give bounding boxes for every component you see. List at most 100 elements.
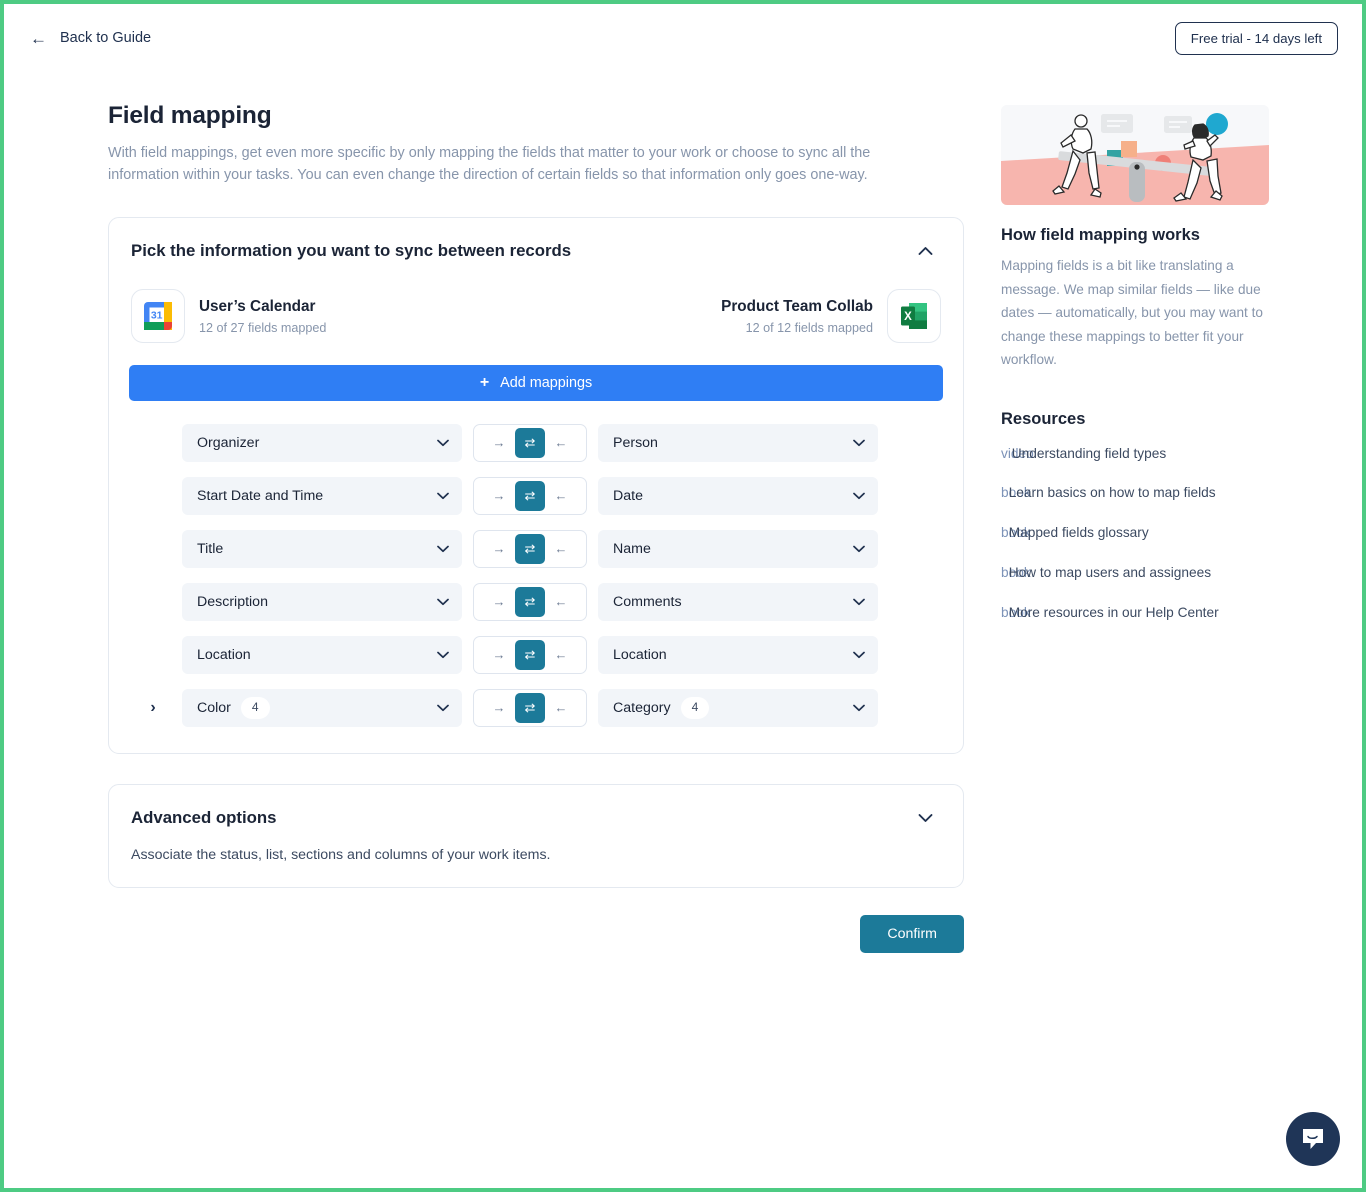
chevron-down-icon [437,649,449,661]
target-field-select[interactable]: Location [598,635,878,674]
direction-left-option[interactable]: ← [545,693,577,723]
confirm-button[interactable]: Confirm [860,914,964,953]
advanced-options-title: Advanced options [131,808,277,828]
field-count-badge: 4 [240,696,270,719]
direction-two-way-option[interactable]: ⇄ [515,427,545,458]
target-field-label: Location [613,646,667,663]
direction-two-way-option[interactable]: ⇄ [515,480,545,511]
back-to-guide-link[interactable]: ← Back to Guide [30,30,151,47]
sync-direction-toggle[interactable]: → ⇄ ← [473,582,587,621]
sync-direction-toggle[interactable]: → ⇄ ← [473,635,587,674]
mapping-row: Organizer → ⇄ ← Person [129,423,943,462]
mapping-row: Description → ⇄ ← Comments [129,582,943,621]
free-trial-badge[interactable]: Free trial - 14 days left [1174,21,1338,55]
expand-row-icon[interactable]: › [143,699,163,716]
target-field-select[interactable]: Category 4 [598,688,878,727]
plus-icon: + [479,373,490,391]
target-field-label: Person [613,434,658,451]
resource-link[interactable]: bookMore resources in our Help Center [1001,604,1271,622]
direction-left-option[interactable]: ← [545,587,577,617]
left-app-text: User’s Calendar 12 of 27 fields mapped [199,297,326,335]
add-mappings-button[interactable]: + Add mappings [129,364,943,401]
target-field-label: Category [613,699,671,716]
advanced-options-card: Advanced options Associate the status, l… [108,783,964,888]
how-it-works-body: Mapping fields is a bit like translating… [1001,258,1263,368]
page-description: With field mappings, get even more speci… [108,145,871,183]
sidebar: How field mapping works Mapping fields i… [1001,102,1271,953]
chat-bubble-icon [1303,1129,1323,1149]
chevron-down-icon [853,649,865,661]
left-app: 31 User’s Calendar 12 of 27 fields mappe… [131,288,326,343]
target-field-select[interactable]: Person [598,423,878,462]
direction-right-option[interactable]: → [483,428,515,458]
target-field-label: Comments [613,593,682,610]
direction-right-option[interactable]: → [483,693,515,723]
direction-left-option[interactable]: ← [545,534,577,564]
right-app-text: Product Team Collab 12 of 12 fields mapp… [721,297,873,335]
source-field-select[interactable]: Description [182,582,462,621]
sync-direction-toggle[interactable]: → ⇄ ← [473,476,587,515]
resource-link[interactable]: bookMapped fields glossary [1001,524,1271,542]
direction-two-way-option[interactable]: ⇄ [515,586,545,617]
source-field-select[interactable]: Title [182,529,462,568]
direction-two-way-option[interactable]: ⇄ [515,533,545,564]
field-count-badge: 4 [680,696,710,719]
chevron-down-icon[interactable] [910,807,941,830]
mapping-row: › Color 4 → ⇄ ← Category 4 [129,688,943,727]
direction-left-option[interactable]: ← [545,481,577,511]
chat-bubble-button[interactable] [1286,1112,1340,1166]
right-app: Product Team Collab 12 of 12 fields mapp… [721,288,941,343]
target-field-select[interactable]: Comments [598,582,878,621]
resource-link[interactable]: videoUnderstanding field types [1001,445,1271,463]
sync-direction-toggle[interactable]: → ⇄ ← [473,423,587,462]
resource-link-label: Learn basics on how to map fields [1008,485,1216,501]
target-field-select[interactable]: Name [598,529,878,568]
chevron-up-icon[interactable] [910,240,941,263]
seesaw-illustration [1001,105,1269,205]
source-field-select[interactable]: Organizer [182,423,462,462]
footer-actions: Confirm [108,914,964,953]
resource-link-label: How to map users and assignees [1008,565,1212,581]
source-field-label: Color [197,699,231,716]
direction-right-option[interactable]: → [483,587,515,617]
mapping-row: Start Date and Time → ⇄ ← Date [129,476,943,515]
chevron-down-icon [437,596,449,608]
back-to-guide-label: Back to Guide [60,30,152,46]
resource-link[interactable]: bookLearn basics on how to map fields [1001,484,1271,502]
direction-left-option[interactable]: ← [545,428,577,458]
page-body: Field mapping With field mappings, get e… [4,72,1362,953]
source-field-label: Location [197,646,251,663]
mapping-rows: Organizer → ⇄ ← Person Start Date and Time → ⇄ ←… [129,423,943,727]
chevron-down-icon [437,490,449,502]
resources-list: videoUnderstanding field types bookLearn … [1001,445,1271,622]
advanced-options-subtitle: Associate the status, list, sections and… [131,846,551,863]
resource-link-label: Mapped fields glossary [1008,525,1149,541]
sync-card-title: Pick the information you want to sync be… [131,241,572,261]
mapping-row: Title → ⇄ ← Name [129,529,943,568]
source-field-select[interactable]: Location [182,635,462,674]
chevron-down-icon [437,702,449,714]
source-field-select[interactable]: Start Date and Time [182,476,462,515]
source-field-label: Start Date and Time [197,487,324,504]
chevron-down-icon [853,437,865,449]
sync-direction-toggle[interactable]: → ⇄ ← [473,688,587,727]
direction-two-way-option[interactable]: ⇄ [515,692,545,723]
apps-row: 31 User’s Calendar 12 of 27 fields mappe… [129,288,943,343]
direction-left-option[interactable]: ← [545,640,577,670]
resource-link[interactable]: bookHow to map users and assignees [1001,564,1271,582]
sync-direction-toggle[interactable]: → ⇄ ← [473,529,587,568]
sync-card-header: Pick the information you want to sync be… [129,240,943,263]
chevron-down-icon [853,490,865,502]
mapping-row: Location → ⇄ ← Location [129,635,943,674]
page-title: Field mapping [108,102,272,129]
source-field-select[interactable]: Color 4 [182,688,462,727]
direction-two-way-option[interactable]: ⇄ [515,639,545,670]
direction-right-option[interactable]: → [483,481,515,511]
sync-card: Pick the information you want to sync be… [108,216,964,754]
direction-right-option[interactable]: → [483,534,515,564]
direction-right-option[interactable]: → [483,640,515,670]
advanced-options-header: Advanced options [129,807,943,830]
microsoft-excel-icon: X [887,288,941,343]
target-field-select[interactable]: Date [598,476,878,515]
right-app-name: Product Team Collab [721,297,873,315]
